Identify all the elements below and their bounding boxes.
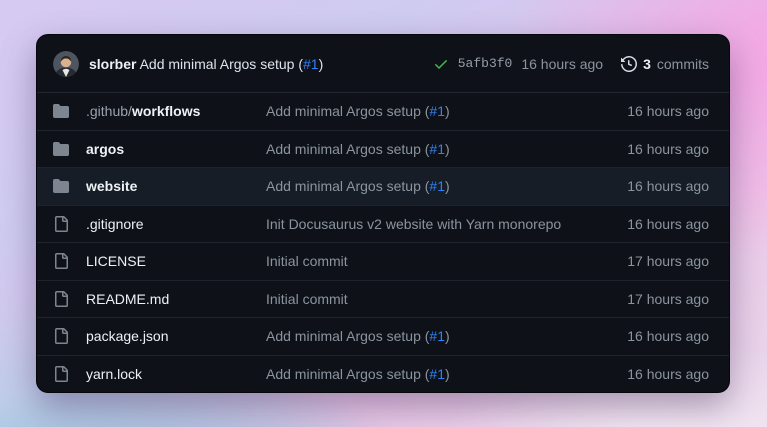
pr-link[interactable]: #1 [429,141,445,157]
row-commit-message[interactable]: Add minimal Argos setup ( [266,366,429,382]
latest-commit-title: slorber Add minimal Argos setup (#1) [89,56,323,72]
file-icon [53,328,69,344]
repo-file-browser: slorber Add minimal Argos setup (#1) 5af… [36,34,730,393]
commits-label: commits [657,56,709,72]
row-time: 17 hours ago [627,291,709,307]
row-time: 16 hours ago [627,328,709,344]
latest-commit-bar: slorber Add minimal Argos setup (#1) 5af… [37,35,729,93]
row-time: 16 hours ago [627,178,709,194]
row-commit-message-close: ) [445,328,450,344]
file-row-argos[interactable]: argos Add minimal Argos setup (#1) 16 ho… [37,130,729,168]
file-row-package-json[interactable]: package.json Add minimal Argos setup (#1… [37,317,729,355]
file-row-yarn-lock[interactable]: yarn.lock Add minimal Argos setup (#1) 1… [37,355,729,393]
file-icon [53,253,69,269]
history-icon [621,56,637,72]
file-icon [53,366,69,382]
commit-message[interactable]: Add minimal Argos setup ( [140,56,303,72]
file-name[interactable]: LICENSE [86,253,146,269]
file-list: .github/workflows Add minimal Argos setu… [37,93,729,392]
row-time: 16 hours ago [627,216,709,232]
file-row-readme[interactable]: README.md Initial commit 17 hours ago [37,280,729,318]
commit-history-link[interactable]: 3 commits [621,56,709,72]
file-icon [53,216,69,232]
file-row-website[interactable]: website Add minimal Argos setup (#1) 16 … [37,167,729,205]
folder-icon [53,141,69,157]
file-name[interactable]: workflows [132,103,200,119]
file-name[interactable]: README.md [86,291,169,307]
row-commit-message-close: ) [445,178,450,194]
row-commit-message-close: ) [445,103,450,119]
pr-link[interactable]: #1 [429,366,445,382]
commits-count: 3 [643,56,651,72]
commit-hash[interactable]: 5afb3f0 [458,56,513,71]
file-row-gitignore[interactable]: .gitignore Init Docusaurus v2 website wi… [37,205,729,243]
pr-link[interactable]: #1 [303,56,319,72]
path-prefix[interactable]: .github/ [86,103,132,119]
file-icon [53,291,69,307]
pr-link[interactable]: #1 [429,328,445,344]
commit-message-close: ) [319,56,324,72]
file-name[interactable]: argos [86,141,124,157]
row-commit-message[interactable]: Add minimal Argos setup ( [266,328,429,344]
gradient-background: slorber Add minimal Argos setup (#1) 5af… [0,0,767,427]
commit-time: 16 hours ago [521,56,603,72]
row-commit-message-close: ) [445,366,450,382]
file-name[interactable]: yarn.lock [86,366,142,382]
pr-link[interactable]: #1 [429,103,445,119]
folder-icon [53,178,69,194]
pr-link[interactable]: #1 [429,178,445,194]
row-time: 16 hours ago [627,366,709,382]
author-avatar[interactable] [53,51,79,77]
row-time: 17 hours ago [627,253,709,269]
file-name[interactable]: website [86,178,137,194]
row-commit-message[interactable]: Initial commit [266,291,348,307]
row-commit-message-close: ) [445,141,450,157]
row-time: 16 hours ago [627,103,709,119]
commit-meta: 5afb3f0 16 hours ago 3 commits [433,56,709,72]
file-name[interactable]: .gitignore [86,216,144,232]
row-commit-message[interactable]: Add minimal Argos setup ( [266,141,429,157]
row-commit-message[interactable]: Add minimal Argos setup ( [266,178,429,194]
file-name[interactable]: package.json [86,328,169,344]
folder-icon [53,103,69,119]
row-time: 16 hours ago [627,141,709,157]
row-commit-message[interactable]: Init Docusaurus v2 website with Yarn mon… [266,216,561,232]
check-icon[interactable] [433,56,449,72]
row-commit-message[interactable]: Initial commit [266,253,348,269]
commit-author[interactable]: slorber [89,56,136,72]
file-row-license[interactable]: LICENSE Initial commit 17 hours ago [37,242,729,280]
file-row-github-workflows[interactable]: .github/workflows Add minimal Argos setu… [37,93,729,130]
row-commit-message[interactable]: Add minimal Argos setup ( [266,103,429,119]
